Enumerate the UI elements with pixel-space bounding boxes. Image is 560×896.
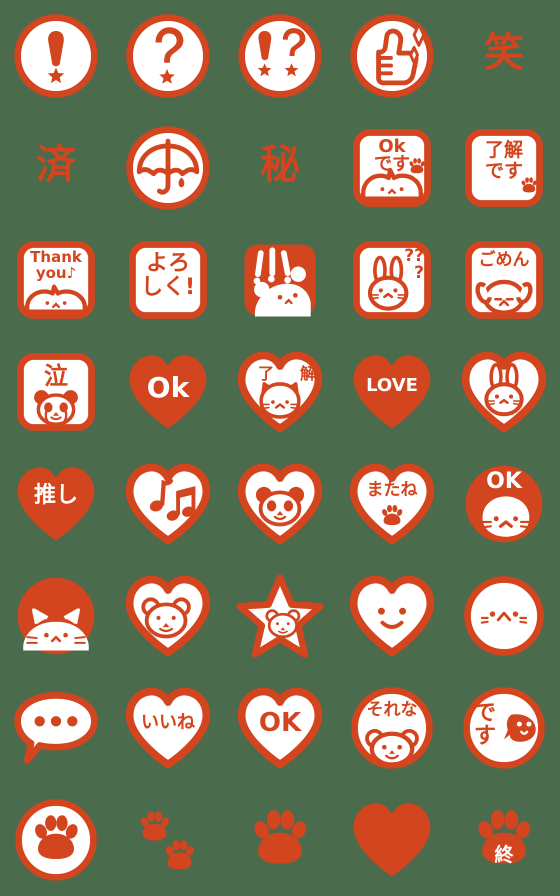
bear-star-icon[interactable] [232,568,328,664]
paw-print-solid-icon[interactable] [232,792,328,888]
sticker-cell-20[interactable] [448,336,560,448]
sticker-cell-16[interactable]: 泣 [0,336,112,448]
matane-paw-heart-icon[interactable]: またね [344,456,440,552]
sticker-cell-18[interactable]: 了解 [224,336,336,448]
sticker-cell-13[interactable] [224,224,336,336]
ryoukai-desu-icon[interactable]: 了解 です [456,120,552,216]
sticker-cell-31[interactable] [0,672,112,784]
blushing-face-icon[interactable] [456,568,552,664]
sticker-cell-28[interactable] [224,560,336,672]
sticker-cell-2[interactable] [112,0,224,112]
ok-desu-cat-icon[interactable]: Ok です [344,120,440,216]
sticker-cell-1[interactable] [0,0,112,112]
love-heart-icon[interactable]: LOVE [344,344,440,440]
ryoukai-heart-cat-icon[interactable]: 了解 [232,344,328,440]
sticker-cell-29[interactable] [336,560,448,672]
emoji-sticker-grid: 笑済 秘 Ok です 了解 です Thank you♪ よろ しく! ?? ? ごめん泣 Ok 了… [0,0,560,896]
surprised-bear-icon[interactable] [232,232,328,328]
sticker-cell-9[interactable]: Ok です [336,112,448,224]
sticker-cell-26[interactable] [0,560,112,672]
sticker-cell-38[interactable] [224,784,336,896]
sticker-cell-30[interactable] [448,560,560,672]
exclamation-mark-icon[interactable] [8,8,104,104]
kanji-warau-icon[interactable]: 笑 [456,8,552,104]
sticker-cell-10[interactable]: 了解 です [448,112,560,224]
gomen-rabbit-icon[interactable]: ごめん [456,232,552,328]
naku-panda-icon[interactable]: 泣 [8,344,104,440]
sticker-cell-7[interactable] [112,112,224,224]
sticker-cell-37[interactable] [112,784,224,896]
paw-print-circle-icon[interactable] [8,792,104,888]
sticker-cell-4[interactable] [336,0,448,112]
ok-heart-outline-icon[interactable]: OK [232,680,328,776]
sticker-cell-14[interactable]: ?? ? [336,224,448,336]
sticker-cell-36[interactable] [0,784,112,896]
owari-paw-icon[interactable]: 終 [456,792,552,888]
sticker-cell-5[interactable]: 笑 [448,0,560,112]
sticker-cell-12[interactable]: よろ しく! [112,224,224,336]
sticker-cell-32[interactable]: いいね [112,672,224,784]
rabbit-heart-icon[interactable] [456,344,552,440]
sticker-cell-15[interactable]: ごめん [448,224,560,336]
sticker-cell-24[interactable]: またね [336,448,448,560]
thank-you-cat-icon[interactable]: Thank you♪ [8,232,104,328]
double-paw-prints-icon[interactable] [120,792,216,888]
confused-rabbit-icon[interactable]: ?? ? [344,232,440,328]
sticker-cell-33[interactable]: OK [224,672,336,784]
sticker-cell-23[interactable] [224,448,336,560]
sticker-cell-11[interactable]: Thank you♪ [0,224,112,336]
plain-heart-icon[interactable] [344,792,440,888]
sorena-bear-icon[interactable]: それな [344,680,440,776]
umbrella-icon[interactable] [120,120,216,216]
question-mark-icon[interactable] [120,8,216,104]
oshi-heart-icon[interactable]: 推し [8,456,104,552]
heart-eyes-cat-icon[interactable] [8,568,104,664]
sticker-cell-17[interactable]: Ok [112,336,224,448]
panda-heart-icon[interactable] [232,456,328,552]
ok-cat-circle-icon[interactable]: OK [456,456,552,552]
sticker-cell-34[interactable]: それな [336,672,448,784]
sticker-cell-3[interactable] [224,0,336,112]
smiling-heart-icon[interactable] [344,568,440,664]
exclamation-question-icon[interactable] [232,8,328,104]
sticker-cell-35[interactable]: で す [448,672,560,784]
bear-heart-icon[interactable] [120,568,216,664]
sticker-cell-25[interactable]: OK [448,448,560,560]
desu-face-icon[interactable]: で す [456,680,552,776]
kanji-sumi-icon[interactable]: 済 [8,120,104,216]
sticker-cell-6[interactable]: 済 [0,112,112,224]
sticker-cell-40[interactable]: 終 [448,784,560,896]
sticker-cell-19[interactable]: LOVE [336,336,448,448]
speech-bubble-dots-icon[interactable] [8,680,104,776]
sticker-cell-8[interactable]: 秘 [224,112,336,224]
yoroshiku-icon[interactable]: よろ しく! [120,232,216,328]
ok-heart-icon[interactable]: Ok [120,344,216,440]
thumbs-up-sparkle-icon[interactable] [344,8,440,104]
sticker-cell-27[interactable] [112,560,224,672]
music-notes-heart-icon[interactable] [120,456,216,552]
sticker-cell-21[interactable]: 推し [0,448,112,560]
iine-heart-icon[interactable]: いいね [120,680,216,776]
sticker-cell-22[interactable] [112,448,224,560]
sticker-cell-39[interactable] [336,784,448,896]
kanji-hi-icon[interactable]: 秘 [232,120,328,216]
